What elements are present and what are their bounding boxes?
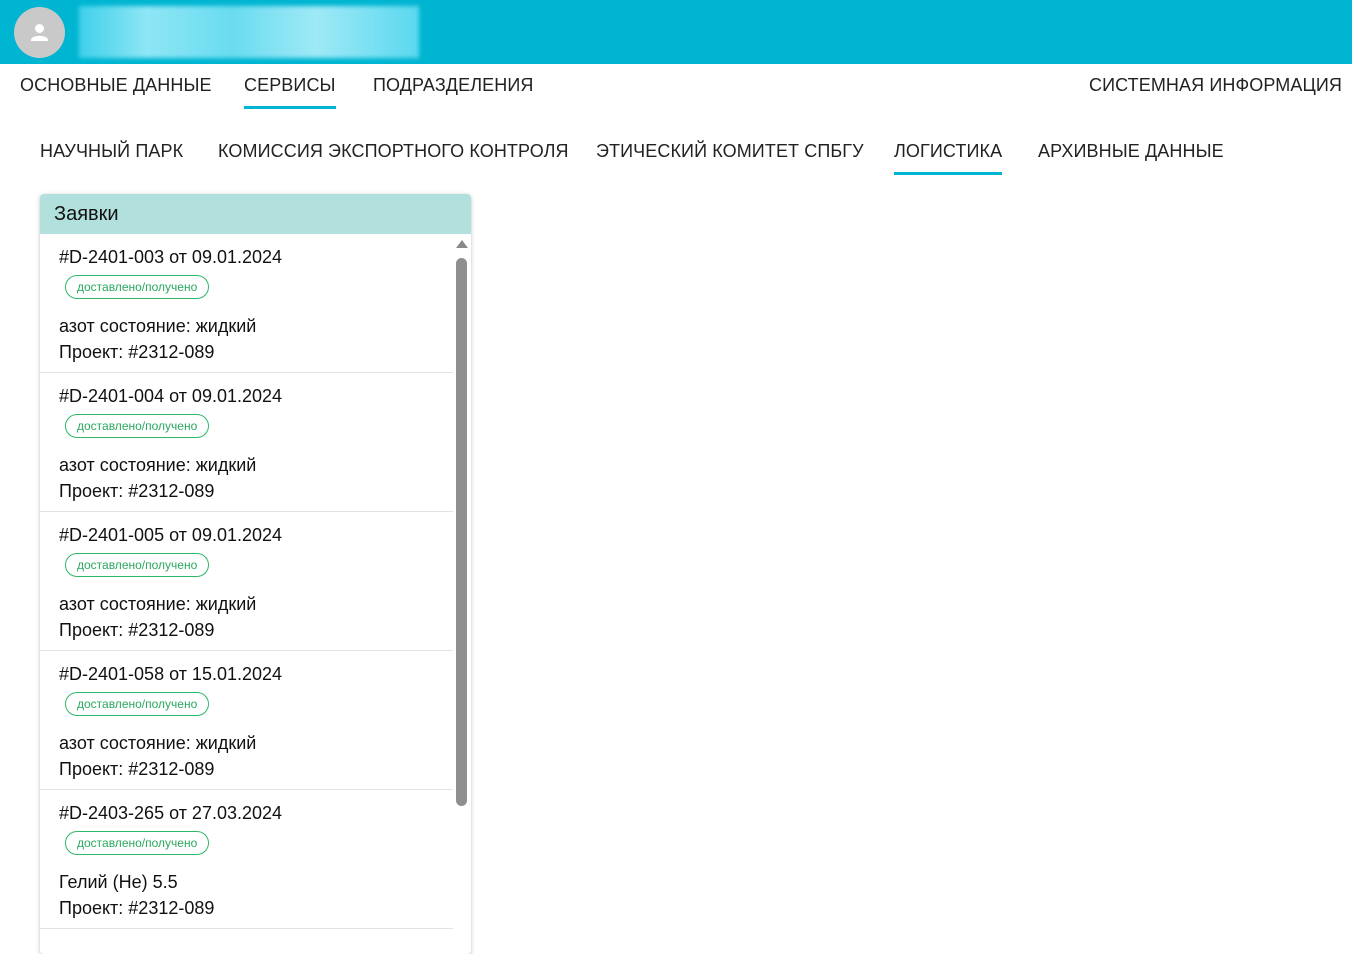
tab-services[interactable]: СЕРВИСЫ [244,76,336,110]
list-scrollbar[interactable] [453,234,469,934]
status-badge: доставлено/получено [65,414,210,438]
request-item[interactable]: #D-2401-003 от 09.01.2024 доставлено/пол… [40,234,453,373]
request-description: азот состояние: жидкий [59,455,257,475]
request-description: азот состояние: жидкий [59,733,257,753]
request-project: Проект: #2312-089 [59,759,215,779]
person-icon [31,24,48,41]
request-title: #D-2401-004 от 09.01.2024 [59,386,283,406]
request-title: #D-2401-005 от 09.01.2024 [59,525,283,545]
request-project: Проект: #2312-089 [59,620,215,640]
request-project: Проект: #2312-089 [59,481,215,501]
request-title: #D-2403-265 от 27.03.2024 [59,803,283,823]
status-badge: доставлено/получено [65,831,210,855]
requests-panel: Заявки #D-2401-003 от 09.01.2024 доставл… [40,194,471,954]
request-description: азот состояние: жидкий [59,594,257,614]
request-project: Проект: #2312-089 [59,898,215,918]
tab-science-park[interactable]: НАУЧНЫЙ ПАРК [40,142,183,176]
tab-ethics-committee[interactable]: ЭТИЧЕСКИЙ КОМИТЕТ СПБГУ [596,142,864,176]
tab-system-info[interactable]: СИСТЕМНАЯ ИНФОРМАЦИЯ [1089,76,1342,110]
requests-list[interactable]: #D-2401-003 от 09.01.2024 доставлено/пол… [40,234,471,934]
service-tabs: НАУЧНЫЙ ПАРК КОМИССИЯ ЭКСПОРТНОГО КОНТРО… [0,130,1352,176]
request-description: азот состояние: жидкий [59,316,257,336]
request-title: #D-2401-058 от 15.01.2024 [59,664,283,684]
requests-panel-title: Заявки [40,194,471,234]
tab-archive-data[interactable]: АРХИВНЫЕ ДАННЫЕ [1038,142,1224,176]
scroll-up-arrow-icon[interactable] [456,240,468,248]
status-badge: доставлено/получено [65,553,210,577]
app-header [0,0,1352,64]
request-item[interactable]: #D-2401-004 от 09.01.2024 доставлено/пол… [40,373,453,512]
main-tabs: ОСНОВНЫЕ ДАННЫЕ СЕРВИСЫ ПОДРАЗДЕЛЕНИЯ СИ… [0,64,1352,110]
request-item[interactable]: #D-2401-005 от 09.01.2024 доставлено/пол… [40,512,453,651]
status-badge: доставлено/получено [65,275,210,299]
request-project: Проект: #2312-089 [59,342,215,362]
tab-departments[interactable]: ПОДРАЗДЕЛЕНИЯ [373,76,533,110]
request-title: #D-2401-003 от 09.01.2024 [59,247,283,267]
request-item[interactable]: #D-2403-265 от 27.03.2024 доставлено/пол… [40,790,453,929]
tab-export-control[interactable]: КОМИССИЯ ЭКСПОРТНОГО КОНТРОЛЯ [218,142,569,176]
tab-basic-data[interactable]: ОСНОВНЫЕ ДАННЫЕ [20,76,212,110]
request-item[interactable]: #D-2401-058 от 15.01.2024 доставлено/пол… [40,651,453,790]
request-description: Гелий (He) 5.5 [59,872,178,892]
tab-logistics[interactable]: ЛОГИСТИКА [894,142,1003,176]
user-avatar[interactable] [14,7,65,58]
scrollbar-thumb[interactable] [456,258,467,806]
user-name-redacted [79,6,419,58]
status-badge: доставлено/получено [65,692,210,716]
